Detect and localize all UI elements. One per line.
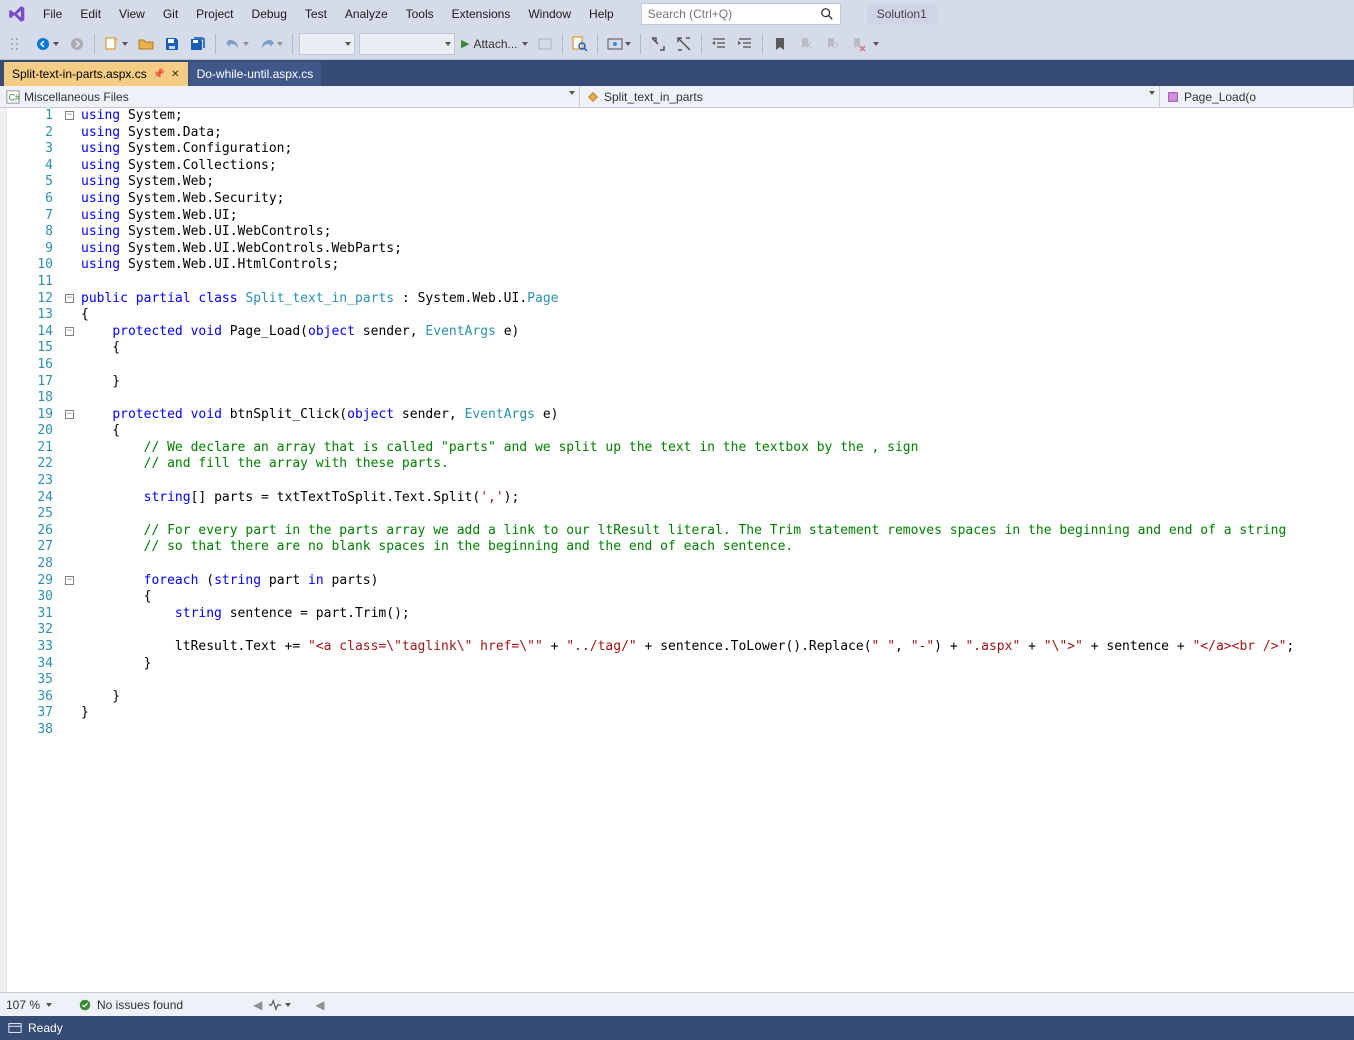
- new-item-button[interactable]: [100, 33, 132, 55]
- zoom-combo[interactable]: 107 %: [6, 998, 58, 1012]
- next-bookmark-button[interactable]: [820, 33, 844, 55]
- csharp-file-icon: C#: [6, 90, 20, 104]
- bookmark-button[interactable]: [768, 33, 792, 55]
- menu-help[interactable]: Help: [580, 3, 623, 25]
- step-over-button[interactable]: [672, 33, 696, 55]
- issues-indicator[interactable]: No issues found: [78, 998, 183, 1012]
- attach-button[interactable]: ▶Attach...: [457, 33, 532, 55]
- pin-icon[interactable]: 📌: [153, 69, 165, 80]
- scope-combo[interactable]: C# Miscellaneous Files: [0, 86, 580, 107]
- attach-extra-button[interactable]: [533, 33, 557, 55]
- clear-bookmarks-button[interactable]: [846, 33, 870, 55]
- tab-inactive[interactable]: Do-while-until.aspx.cs: [189, 62, 322, 86]
- caret-nav-icon[interactable]: ◀: [253, 998, 262, 1012]
- code-editor[interactable]: 1234567891011121314151617181920212223242…: [0, 108, 1354, 992]
- menu-tools[interactable]: Tools: [397, 3, 443, 25]
- tab-inactive-label: Do-while-until.aspx.cs: [197, 67, 314, 81]
- scope-label: Miscellaneous Files: [24, 90, 129, 104]
- prev-bookmark-button[interactable]: [794, 33, 818, 55]
- find-in-files-button[interactable]: [568, 33, 592, 55]
- open-button[interactable]: [134, 33, 158, 55]
- menu-debug[interactable]: Debug: [243, 3, 296, 25]
- menu-window[interactable]: Window: [519, 3, 580, 25]
- caret-nav-icon-2[interactable]: ◀: [315, 998, 324, 1012]
- menu-file[interactable]: File: [34, 3, 71, 25]
- editor-status-bar: 107 % No issues found ◀ ◀: [0, 992, 1354, 1016]
- status-bar: Ready: [0, 1016, 1354, 1040]
- line-number-gutter: 1234567891011121314151617181920212223242…: [7, 108, 63, 992]
- method-icon: [1166, 90, 1180, 104]
- search-box[interactable]: [641, 3, 841, 25]
- class-label: Split_text_in_parts: [604, 90, 703, 104]
- toolbar-overflow-icon[interactable]: [873, 42, 879, 46]
- menu-analyze[interactable]: Analyze: [336, 3, 397, 25]
- tab-active[interactable]: Split-text-in-parts.aspx.cs 📌 ✕: [4, 62, 188, 86]
- browser-link-button[interactable]: [603, 33, 635, 55]
- close-icon[interactable]: ✕: [171, 69, 179, 80]
- undo-button[interactable]: [221, 33, 253, 55]
- fold-strip[interactable]: − − − − −: [63, 108, 79, 992]
- margin-strip: [0, 108, 7, 992]
- solution-label[interactable]: Solution1: [867, 4, 937, 24]
- save-all-button[interactable]: [186, 33, 210, 55]
- attach-label: Attach...: [473, 37, 517, 51]
- member-combo[interactable]: Page_Load(o: [1160, 86, 1354, 107]
- tab-active-label: Split-text-in-parts.aspx.cs: [12, 67, 147, 81]
- pulse-icon: [268, 998, 282, 1012]
- menu-edit[interactable]: Edit: [71, 3, 110, 25]
- check-circle-icon: [78, 998, 92, 1012]
- class-combo[interactable]: Split_text_in_parts: [580, 86, 1160, 107]
- fold-toggle-icon[interactable]: −: [65, 327, 74, 336]
- chevron-down-icon: [1149, 91, 1155, 95]
- menu-test[interactable]: Test: [296, 3, 336, 25]
- chevron-down-icon: [569, 91, 575, 95]
- redo-button[interactable]: [255, 33, 287, 55]
- svg-text:C#: C#: [9, 92, 20, 102]
- fold-toggle-icon[interactable]: −: [65, 111, 74, 120]
- platform-combo[interactable]: [359, 33, 455, 55]
- output-icon: [8, 1021, 22, 1035]
- menu-extensions[interactable]: Extensions: [443, 3, 520, 25]
- outdent-button[interactable]: [707, 33, 731, 55]
- config-combo[interactable]: [299, 33, 355, 55]
- toolbar: ▶Attach...: [0, 28, 1354, 60]
- fold-toggle-icon[interactable]: −: [65, 410, 74, 419]
- menu-view[interactable]: View: [110, 3, 154, 25]
- menu-bar: File Edit View Git Project Debug Test An…: [0, 0, 1354, 28]
- save-button[interactable]: [160, 33, 184, 55]
- grip-icon: [5, 33, 29, 55]
- vs-logo-icon: [8, 5, 26, 23]
- search-icon: [820, 7, 834, 21]
- fold-toggle-icon[interactable]: −: [65, 294, 74, 303]
- nav-back-button[interactable]: [31, 33, 63, 55]
- issues-label: No issues found: [97, 998, 183, 1012]
- search-input[interactable]: [648, 7, 820, 21]
- tab-strip: Split-text-in-parts.aspx.cs 📌 ✕ Do-while…: [0, 60, 1354, 86]
- menu-git[interactable]: Git: [154, 3, 187, 25]
- status-text: Ready: [28, 1021, 63, 1035]
- code-content[interactable]: using System;using System.Data;using Sys…: [79, 108, 1354, 992]
- menu-project[interactable]: Project: [187, 3, 242, 25]
- member-label: Page_Load(o: [1184, 90, 1256, 104]
- nav-fwd-button[interactable]: [65, 33, 89, 55]
- indent-button[interactable]: [733, 33, 757, 55]
- nav-bar: C# Miscellaneous Files Split_text_in_par…: [0, 86, 1354, 108]
- step-into-button[interactable]: [646, 33, 670, 55]
- health-indicator[interactable]: [268, 998, 291, 1012]
- fold-toggle-icon[interactable]: −: [65, 576, 74, 585]
- class-icon: [586, 90, 600, 104]
